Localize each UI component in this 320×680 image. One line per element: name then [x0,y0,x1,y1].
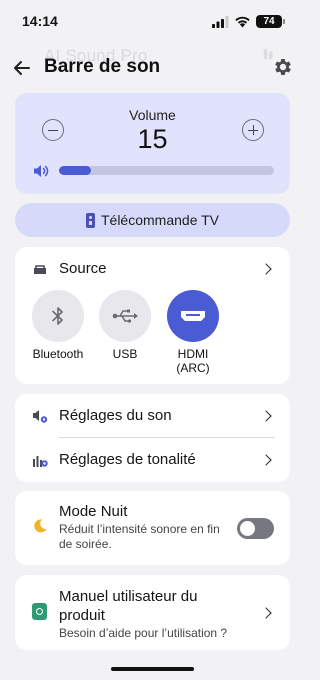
manual-icon [32,603,47,620]
sound-settings-icon [33,410,48,423]
home-indicator [111,667,194,671]
bluetooth-icon [52,307,63,325]
volume-slider-fill [59,166,92,175]
user-manual-title: Manuel utilisateur du produit [59,588,198,624]
night-mode-description: Réduit l’intensité sonore en fin de soir… [59,522,220,551]
tone-settings-row[interactable]: Réglages de tonalité [15,438,290,482]
sound-settings-label: Réglages du son [59,407,172,424]
sound-settings-row[interactable]: Réglages du son [15,394,290,438]
chevron-right-icon[interactable] [260,263,272,275]
speaker-icon [34,165,49,177]
volume-card: Volume 15 [15,93,290,194]
app-screen: 14:14 74 AI Sound Pro Barre de son Volum… [0,0,305,680]
cellular-signal-icon [212,16,229,28]
night-mode-title: Mode Nuit [59,503,128,520]
toggle-knob [240,521,255,536]
night-mode-toggle[interactable] [237,518,274,539]
source-option-circle-selected [167,290,219,342]
tv-remote-label: Télécommande TV [100,212,219,228]
status-bar: 14:14 74 [0,0,305,40]
gear-icon[interactable] [272,56,294,78]
moon-icon [34,519,47,533]
battery-level: 74 [256,15,282,28]
chevron-right-icon [260,607,272,619]
source-option-bluetooth[interactable]: Bluetooth [23,290,93,361]
settings-card: Réglages du son Réglages de tonalité [15,394,290,482]
usb-icon [112,309,138,323]
source-option-usb[interactable]: USB [90,290,160,361]
source-title: Source [59,260,107,277]
volume-up-button[interactable] [242,119,264,141]
source-option-circle [32,290,84,342]
arrow-left-icon[interactable] [10,56,34,80]
chevron-right-icon [260,454,272,466]
battery-tip [283,19,285,24]
page-title: Barre de son [44,56,161,77]
user-manual-description: Besoin d’aide pour l’utilisation ? [59,626,228,640]
tone-settings-label: Réglages de tonalité [59,451,196,468]
source-option-label: USB [112,347,138,361]
remote-icon [85,212,95,228]
volume-down-button[interactable] [42,119,64,141]
input-source-icon [34,265,46,274]
user-manual-card[interactable]: Manuel utilisateur du produit Besoin d’a… [15,575,290,650]
equalizer-icon [33,456,48,467]
source-option-hdmi-arc[interactable]: HDMI (ARC) [158,290,228,375]
volume-slider[interactable] [59,166,274,175]
source-option-label: Bluetooth [32,347,84,361]
source-option-label: HDMI (ARC) [176,347,210,375]
wifi-icon [235,16,250,28]
night-mode-card: Mode Nuit Réduit l’intensité sonore en f… [15,491,290,565]
hdmi-icon [181,311,205,321]
chevron-right-icon [260,410,272,422]
source-card: Source Bluetooth USB HDMI (ARC) [15,247,290,384]
source-option-circle [99,290,151,342]
app-header: Barre de son [0,52,305,86]
tv-remote-button[interactable]: Télécommande TV [15,203,290,237]
status-time: 14:14 [22,13,58,29]
